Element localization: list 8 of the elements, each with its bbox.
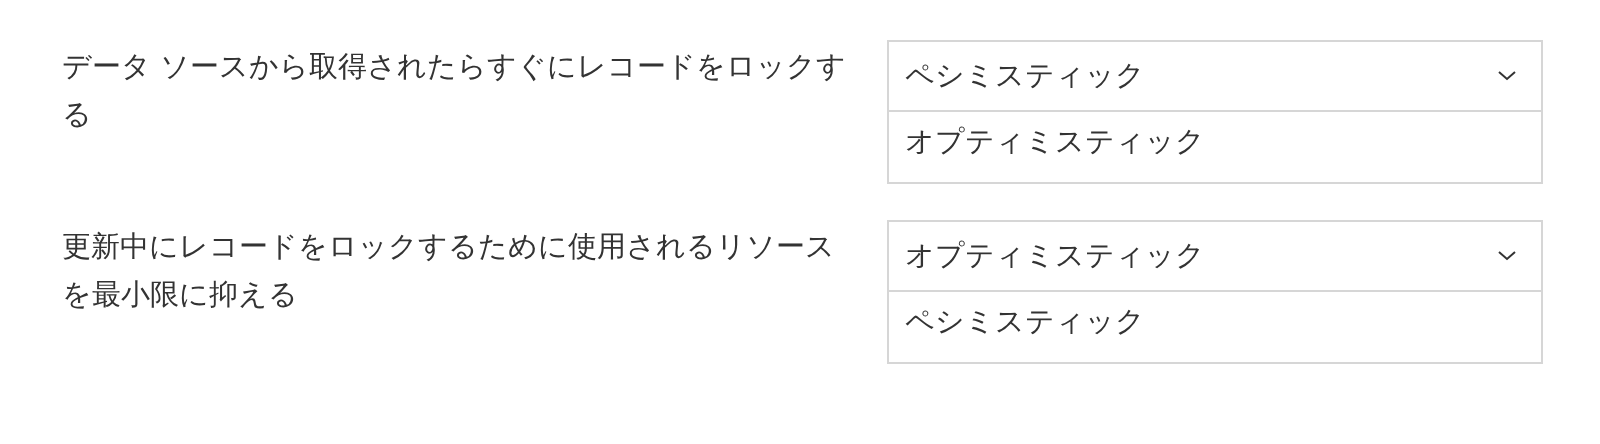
dropdown-option[interactable]: オプティミスティック	[887, 112, 1543, 184]
dropdown-option[interactable]: ペシミスティック	[887, 292, 1543, 364]
question-text: データ ソースから取得されたらすぐにレコードをロックする	[62, 48, 848, 133]
chevron-down-icon	[1497, 70, 1517, 82]
dropdown[interactable]: オプティミスティック	[887, 220, 1543, 292]
question-text: 更新中にレコードをロックするために使用されるリソースを最小限に抑える	[62, 228, 836, 313]
chevron-down-icon	[1497, 250, 1517, 262]
dropdown[interactable]: ペシミスティック	[887, 40, 1543, 112]
